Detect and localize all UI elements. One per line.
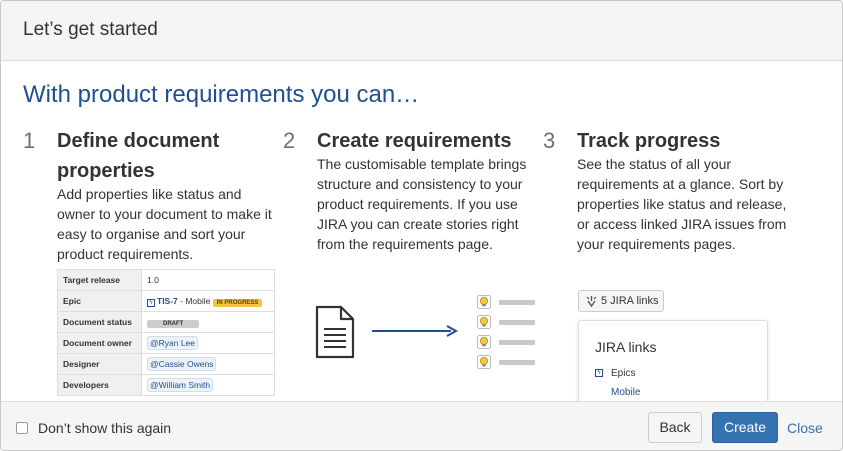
table-row: Target release 1.0 [57, 269, 275, 291]
property-key: Target release [57, 269, 142, 291]
property-value: ϟ TIS-7 - Mobile IN PROGRESS [141, 290, 275, 312]
step-description: See the status of all your requirements … [577, 156, 787, 252]
property-key: Designer [57, 353, 142, 375]
dont-show-checkbox[interactable] [16, 422, 28, 434]
jira-link-icon [586, 296, 597, 307]
lightbulb-icon [477, 335, 491, 349]
dont-show-label[interactable]: Don’t show this again [38, 420, 171, 436]
step-description: The customisable template brings structu… [317, 156, 527, 252]
mobile-link: Mobile [611, 387, 641, 398]
property-key: Document owner [57, 332, 142, 354]
step-title: Track progress [577, 130, 721, 152]
status-lozenge: DRAFT [147, 319, 200, 328]
table-row: Document owner @Ryan Lee [57, 332, 275, 354]
back-button[interactable]: Back [648, 412, 702, 443]
dialog-header: Let’s get started [1, 1, 842, 61]
jira-links-panel: JIRA links ϟ Epics Mobile [578, 320, 768, 410]
jira-links-button: 5 JIRA links [578, 290, 664, 312]
create-button[interactable]: Create [712, 412, 778, 443]
issue-suffix: - Mobile [177, 295, 211, 306]
property-value: @Ryan Lee [141, 332, 275, 354]
step-number: 3 [543, 128, 556, 153]
table-row: Designer @Cassie Owens [57, 353, 275, 375]
lightning-icon: ϟ [595, 369, 603, 377]
property-key: Developers [57, 374, 142, 396]
property-key: Epic [57, 290, 142, 312]
property-value: @Cassie Owens [141, 353, 275, 375]
arrow-right-icon [372, 325, 459, 337]
requirement-line [499, 300, 535, 305]
dialog-title: Let’s get started [23, 19, 158, 40]
user-mention: @Ryan Lee [147, 336, 199, 350]
step-description: Add properties like status and owner to … [57, 186, 272, 262]
document-icon [315, 305, 355, 359]
jira-links-label: 5 JIRA links [601, 295, 659, 307]
dialog-footer: Don’t show this again Back Create Close [1, 401, 842, 450]
table-row: Document status DRAFT [57, 311, 275, 333]
property-value: DRAFT [141, 311, 275, 333]
property-value: @William Smith [141, 374, 275, 396]
table-row: Epic ϟ TIS-7 - Mobile IN PROGRESS [57, 290, 275, 312]
epics-label: Epics [611, 368, 636, 379]
step-number: 2 [283, 128, 296, 153]
property-key: Document status [57, 311, 142, 333]
jira-panel-title: JIRA links [595, 339, 657, 355]
lightbulb-icon [477, 315, 491, 329]
dialog: Let’s get started With product requireme… [0, 0, 843, 451]
lightning-icon: ϟ [147, 298, 155, 307]
properties-table: Target release 1.0 Epic ϟ TIS-7 - Mobile … [57, 269, 275, 396]
step-title: Define document properties [57, 130, 220, 182]
main-heading: With product requirements you can… [23, 81, 420, 108]
close-link[interactable]: Close [787, 420, 823, 436]
requirement-line [499, 340, 535, 345]
step-number: 1 [23, 128, 36, 153]
requirement-line [499, 360, 535, 365]
table-row: Developers @William Smith [57, 374, 275, 396]
property-value: 1.0 [141, 269, 275, 291]
user-mention: @Cassie Owens [147, 357, 217, 371]
requirement-line [499, 320, 535, 325]
user-mention: @William Smith [147, 378, 214, 392]
lightbulb-icon [477, 295, 491, 309]
status-lozenge: IN PROGRESS [212, 298, 263, 307]
issue-key: TIS-7 [157, 295, 178, 306]
lightbulb-icon [477, 355, 491, 369]
step-title: Create requirements [317, 130, 512, 152]
